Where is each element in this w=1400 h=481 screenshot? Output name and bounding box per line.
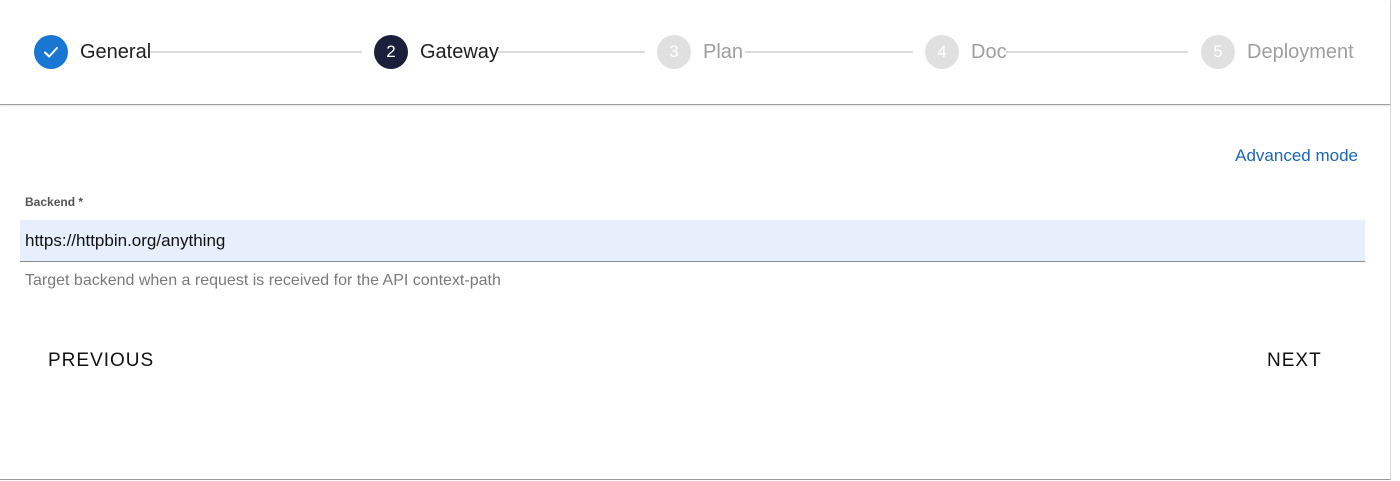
step-number: 5	[1201, 35, 1235, 69]
next-button[interactable]: NEXT	[1267, 350, 1322, 372]
step-connector	[1006, 51, 1188, 53]
step-deployment[interactable]: 5 Deployment	[1201, 35, 1354, 69]
step-doc[interactable]: 4 Doc	[925, 35, 1007, 69]
stepper: General 2 Gateway 3 Plan 4 Doc 5 Deploym…	[0, 0, 1390, 105]
step-general[interactable]: General	[34, 35, 151, 69]
previous-button[interactable]: PREVIOUS	[48, 350, 154, 372]
step-label: Plan	[703, 40, 744, 63]
step-gateway[interactable]: 2 Gateway	[374, 35, 499, 69]
step-number: 4	[925, 35, 959, 69]
backend-helper-text: Target backend when a request is receive…	[25, 272, 501, 289]
check-icon	[34, 35, 68, 69]
step-label: Gateway	[420, 40, 499, 63]
api-creation-page: General 2 Gateway 3 Plan 4 Doc 5 Deploym…	[0, 0, 1391, 480]
step-plan[interactable]: 3 Plan	[657, 35, 743, 69]
step-label: General	[80, 40, 152, 63]
step-label: Doc	[971, 40, 1007, 63]
step-number: 2	[374, 35, 408, 69]
step-connector	[745, 51, 913, 53]
backend-label: Backend *	[25, 195, 84, 209]
step-connector	[150, 51, 362, 53]
backend-input[interactable]	[20, 220, 1365, 262]
step-number: 3	[657, 35, 691, 69]
advanced-mode-link[interactable]: Advanced mode	[1235, 146, 1358, 166]
step-label: Deployment	[1247, 40, 1354, 63]
step-connector	[498, 51, 645, 53]
